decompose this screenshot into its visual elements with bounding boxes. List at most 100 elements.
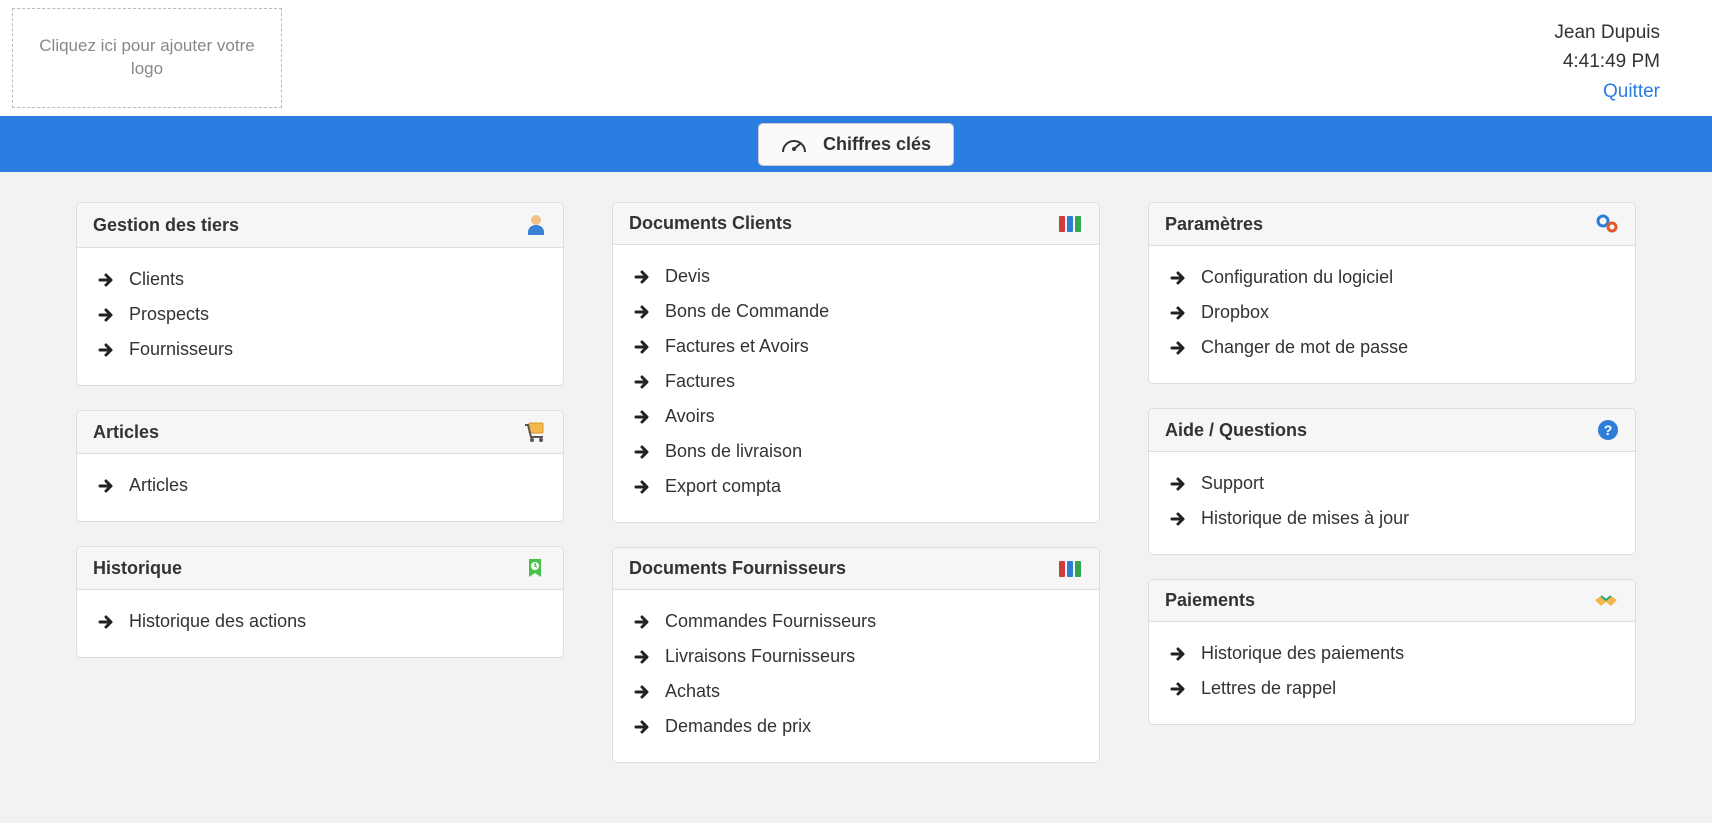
list-item-label: Lettres de rappel xyxy=(1201,678,1336,699)
nav-parametres-item[interactable]: Dropbox xyxy=(1169,295,1615,330)
list-item-label: Historique des actions xyxy=(129,611,306,632)
nav-tiers-item[interactable]: Clients xyxy=(97,262,543,297)
nav-tiers-item[interactable]: Fournisseurs xyxy=(97,332,543,367)
list-item-label: Achats xyxy=(665,681,720,702)
panel-list-articles: Articles xyxy=(97,468,543,503)
panel-title: Articles xyxy=(93,422,159,443)
nav-doc-clients-item[interactable]: Bons de livraison xyxy=(633,434,1079,469)
gears-icon xyxy=(1595,213,1619,235)
nav-doc-clients-item[interactable]: Avoirs xyxy=(633,399,1079,434)
topbar: Cliquez ici pour ajouter votre logo Jean… xyxy=(0,0,1712,116)
list-item-label: Support xyxy=(1201,473,1264,494)
panel-list-doc-clients: Devis Bons de Commande Factures et Avoirs F… xyxy=(633,259,1079,504)
nav-historique-item[interactable]: Historique des actions xyxy=(97,604,543,639)
arrow-right-icon xyxy=(1169,680,1187,698)
history-icon xyxy=(525,557,547,579)
cart-icon xyxy=(523,421,547,443)
user-block: Jean Dupuis 4:41:49 PM Quitter xyxy=(1554,8,1700,106)
binders-icon xyxy=(1057,214,1083,234)
nav-parametres-item[interactable]: Changer de mot de passe xyxy=(1169,330,1615,365)
list-item-label: Commandes Fournisseurs xyxy=(665,611,876,632)
panel-list-paiements: Historique des paiements Lettres de rappe… xyxy=(1169,636,1615,706)
nav-aide-item[interactable]: Historique de mises à jour xyxy=(1169,501,1615,536)
nav-aide-item[interactable]: Support xyxy=(1169,466,1615,501)
list-item-label: Factures et Avoirs xyxy=(665,336,809,357)
panel-list-parametres: Configuration du logiciel Dropbox Changer … xyxy=(1169,260,1615,365)
arrow-right-icon xyxy=(633,648,651,666)
arrow-right-icon xyxy=(633,408,651,426)
panel-paiements: Paiements Historique des paiements Lettre… xyxy=(1148,579,1636,725)
panel-head-paiements: Paiements xyxy=(1149,580,1635,622)
arrow-right-icon xyxy=(633,373,651,391)
nav-doc-fournisseurs-item[interactable]: Livraisons Fournisseurs xyxy=(633,639,1079,674)
nav-doc-clients-item[interactable]: Factures et Avoirs xyxy=(633,329,1079,364)
panel-head-doc-fournisseurs: Documents Fournisseurs xyxy=(613,548,1099,590)
nav-doc-fournisseurs-item[interactable]: Achats xyxy=(633,674,1079,709)
arrow-right-icon xyxy=(97,306,115,324)
panel-head-aide: Aide / Questions ? xyxy=(1149,409,1635,452)
panel-title: Documents Clients xyxy=(629,213,792,234)
panel-title: Gestion des tiers xyxy=(93,215,239,236)
nav-doc-fournisseurs-item[interactable]: Demandes de prix xyxy=(633,709,1079,744)
panel-head-historique: Historique xyxy=(77,547,563,590)
column-1: Gestion des tiers Clients Prospects Fourni… xyxy=(76,202,564,763)
arrow-right-icon xyxy=(97,613,115,631)
arrow-right-icon xyxy=(633,268,651,286)
panel-list-aide: Support Historique de mises à jour xyxy=(1169,466,1615,536)
panel-doc-clients: Documents Clients Devis Bons de Commande F… xyxy=(612,202,1100,523)
arrow-right-icon xyxy=(633,338,651,356)
list-item-label: Export compta xyxy=(665,476,781,497)
nav-articles-item[interactable]: Articles xyxy=(97,468,543,503)
key-figures-button[interactable]: Chiffres clés xyxy=(758,123,954,166)
list-item-label: Bons de livraison xyxy=(665,441,802,462)
list-item-label: Bons de Commande xyxy=(665,301,829,322)
column-2: Documents Clients Devis Bons de Commande F… xyxy=(612,202,1100,763)
nav-doc-clients-item[interactable]: Export compta xyxy=(633,469,1079,504)
binders-icon xyxy=(1057,559,1083,579)
nav-tiers-item[interactable]: Prospects xyxy=(97,297,543,332)
panel-tiers: Gestion des tiers Clients Prospects Fourni… xyxy=(76,202,564,386)
column-3: Paramètres Configuration du logiciel Drop… xyxy=(1148,202,1636,763)
list-item-label: Historique de mises à jour xyxy=(1201,508,1409,529)
logo-placeholder[interactable]: Cliquez ici pour ajouter votre logo xyxy=(12,8,282,108)
nav-paiements-item[interactable]: Historique des paiements xyxy=(1169,636,1615,671)
help-icon: ? xyxy=(1597,419,1619,441)
panel-title: Paiements xyxy=(1165,590,1255,611)
nav-doc-fournisseurs-item[interactable]: Commandes Fournisseurs xyxy=(633,604,1079,639)
panel-aide: Aide / Questions ? Support Historique de … xyxy=(1148,408,1636,555)
arrow-right-icon xyxy=(97,271,115,289)
panel-head-parametres: Paramètres xyxy=(1149,203,1635,246)
list-item-label: Clients xyxy=(129,269,184,290)
panel-head-doc-clients: Documents Clients xyxy=(613,203,1099,245)
nav-parametres-item[interactable]: Configuration du logiciel xyxy=(1169,260,1615,295)
panel-title: Paramètres xyxy=(1165,214,1263,235)
panel-title: Aide / Questions xyxy=(1165,420,1307,441)
arrow-right-icon xyxy=(633,718,651,736)
arrow-right-icon xyxy=(633,478,651,496)
arrow-right-icon xyxy=(1169,510,1187,528)
panel-title: Historique xyxy=(93,558,182,579)
panel-head-tiers: Gestion des tiers xyxy=(77,203,563,248)
list-item-label: Historique des paiements xyxy=(1201,643,1404,664)
panel-parametres: Paramètres Configuration du logiciel Drop… xyxy=(1148,202,1636,384)
list-item-label: Dropbox xyxy=(1201,302,1269,323)
user-name: Jean Dupuis xyxy=(1554,18,1660,47)
arrow-right-icon xyxy=(633,613,651,631)
panel-list-tiers: Clients Prospects Fournisseurs xyxy=(97,262,543,367)
list-item-label: Fournisseurs xyxy=(129,339,233,360)
arrow-right-icon xyxy=(1169,475,1187,493)
list-item-label: Prospects xyxy=(129,304,209,325)
gauge-icon xyxy=(781,134,807,154)
panel-list-doc-fournisseurs: Commandes Fournisseurs Livraisons Fournis… xyxy=(633,604,1079,744)
bluebar: Chiffres clés xyxy=(0,116,1712,172)
list-item-label: Demandes de prix xyxy=(665,716,811,737)
nav-paiements-item[interactable]: Lettres de rappel xyxy=(1169,671,1615,706)
quit-link[interactable]: Quitter xyxy=(1603,81,1660,102)
nav-doc-clients-item[interactable]: Factures xyxy=(633,364,1079,399)
list-item-label: Configuration du logiciel xyxy=(1201,267,1393,288)
nav-doc-clients-item[interactable]: Devis xyxy=(633,259,1079,294)
arrow-right-icon xyxy=(633,443,651,461)
nav-doc-clients-item[interactable]: Bons de Commande xyxy=(633,294,1079,329)
list-item-label: Articles xyxy=(129,475,188,496)
arrow-right-icon xyxy=(633,683,651,701)
